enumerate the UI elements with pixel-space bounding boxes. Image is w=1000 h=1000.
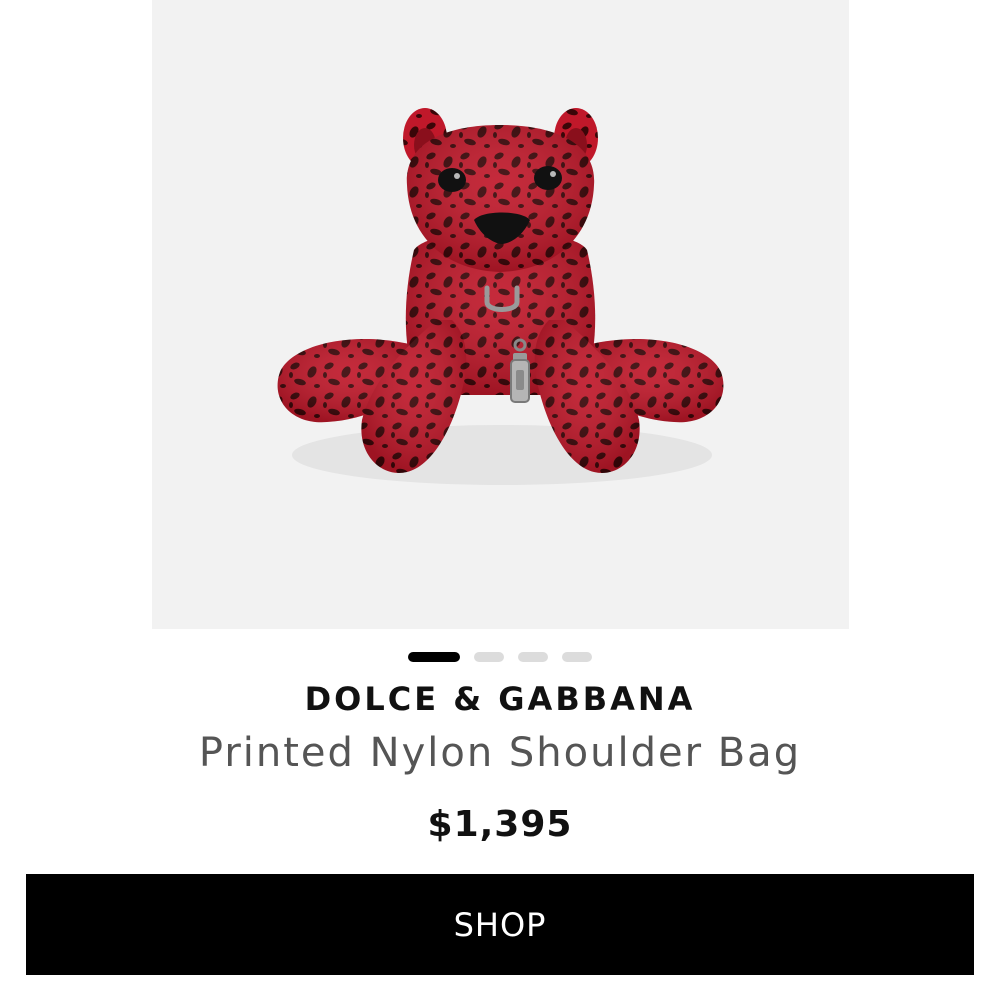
carousel-dot-3[interactable] bbox=[518, 652, 548, 662]
carousel-indicator bbox=[0, 652, 1000, 662]
product-card: DOLCE & GABBANA Printed Nylon Shoulder B… bbox=[0, 0, 1000, 1000]
product-image[interactable] bbox=[152, 0, 849, 629]
carousel-dot-4[interactable] bbox=[562, 652, 592, 662]
brand-name: DOLCE & GABBANA bbox=[304, 680, 696, 718]
product-price: $1,395 bbox=[427, 804, 573, 845]
leopard-plush-bag-image bbox=[277, 108, 724, 485]
shop-button[interactable]: SHOP bbox=[26, 874, 974, 975]
carousel-dot-2[interactable] bbox=[474, 652, 504, 662]
carousel-dot-1[interactable] bbox=[408, 652, 460, 662]
product-title[interactable]: Printed Nylon Shoulder Bag bbox=[0, 730, 1000, 776]
